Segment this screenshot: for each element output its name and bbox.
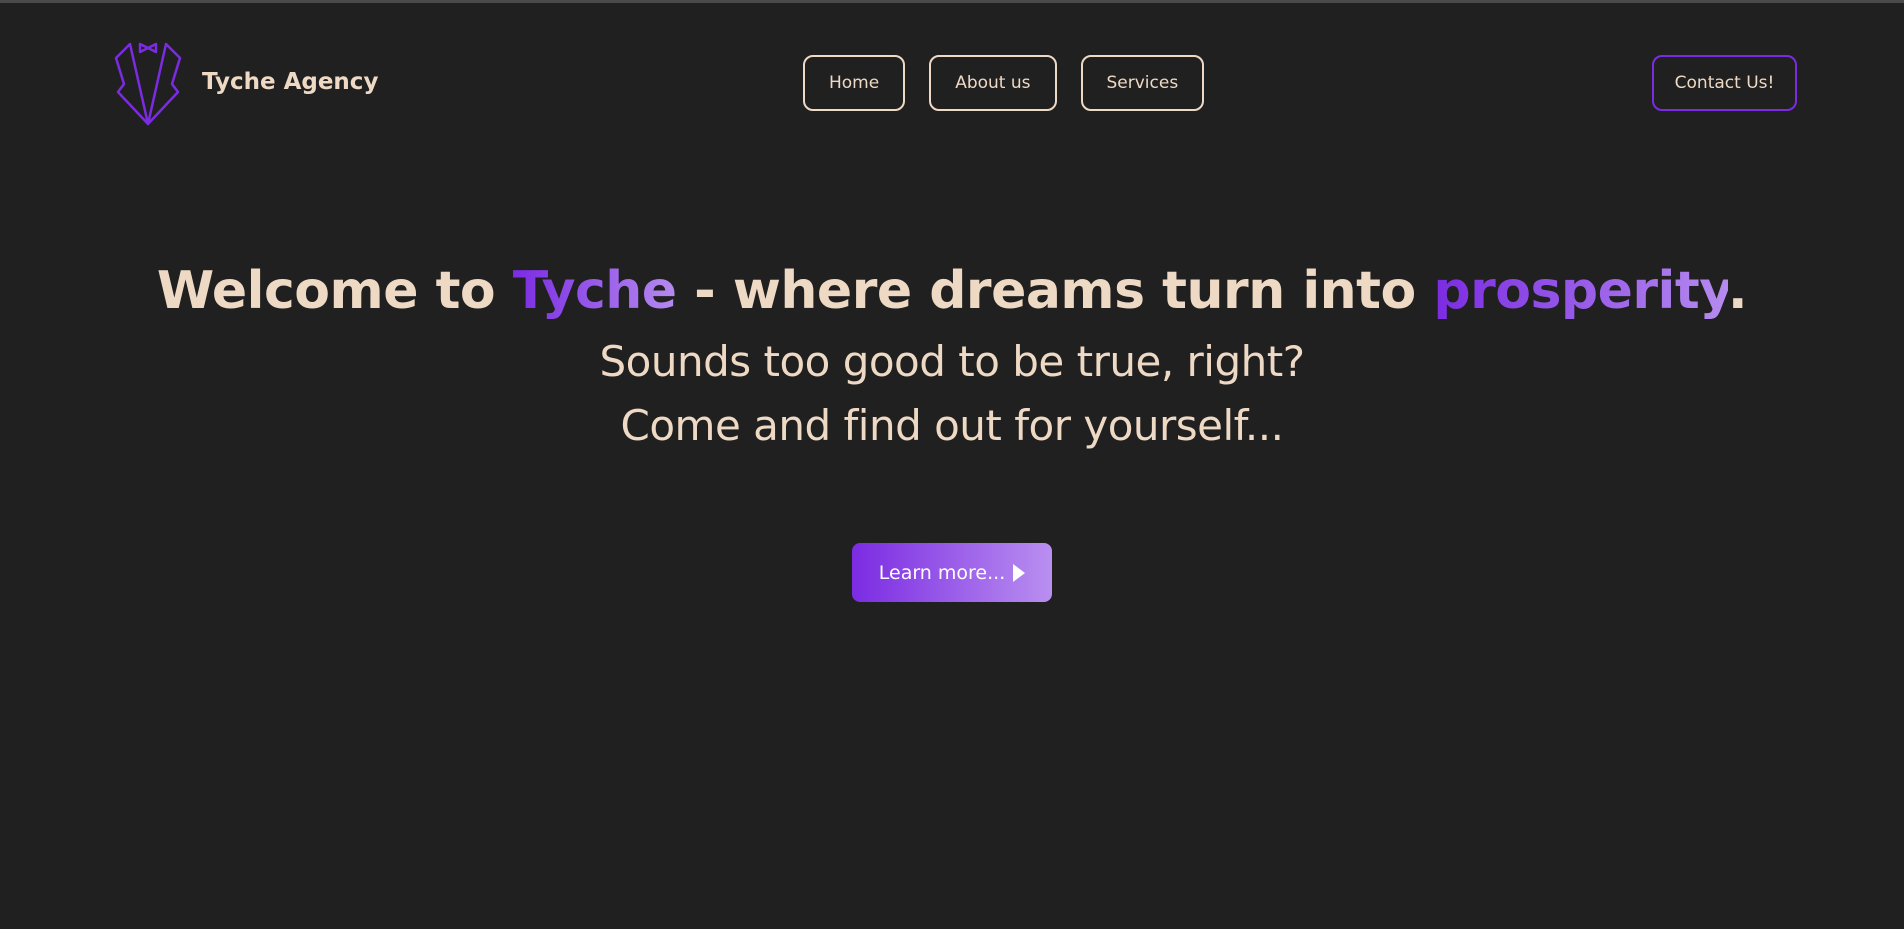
nav-services-button[interactable]: Services: [1080, 55, 1205, 111]
learn-more-label: Learn more...: [878, 561, 1006, 584]
contact-button[interactable]: Contact Us!: [1652, 55, 1797, 111]
hero-title-part1: Welcome to: [156, 261, 513, 321]
hero-title: Welcome to Tyche - where dreams turn int…: [0, 252, 1904, 330]
play-icon: [1013, 563, 1026, 582]
brand[interactable]: Tyche Agency: [112, 40, 378, 126]
brand-name: Tyche Agency: [202, 69, 379, 95]
hero-subtitle-line1: Sounds too good to be true, right?: [599, 337, 1306, 386]
hero-title-accent-tyche: Tyche: [512, 261, 677, 321]
hero-title-accent-prosperity: prosperity: [1433, 261, 1728, 321]
hero-subtitle-line2: Come and find out for yourself...: [620, 401, 1284, 450]
main-nav: Home About us Services: [803, 55, 1205, 111]
browser-top-border: [0, 0, 1904, 3]
hero-section: Welcome to Tyche - where dreams turn int…: [0, 252, 1904, 458]
hero-title-part2: - where dreams turn into: [676, 261, 1434, 321]
tuxedo-logo-icon: [114, 42, 182, 126]
learn-more-button[interactable]: Learn more...: [852, 543, 1052, 602]
hero-title-part3: .: [1727, 261, 1748, 321]
nav-home-button[interactable]: Home: [803, 55, 906, 111]
nav-about-button[interactable]: About us: [929, 55, 1057, 111]
page: Tyche Agency Home About us Services Cont…: [0, 0, 1904, 929]
